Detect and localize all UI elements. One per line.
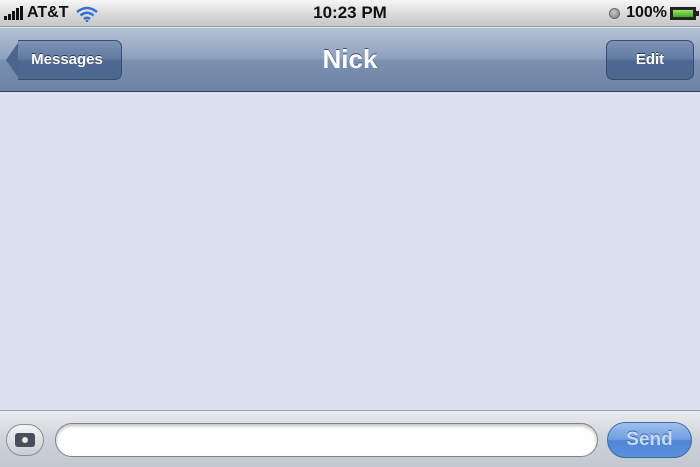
camera-lens	[20, 435, 30, 445]
message-input[interactable]	[55, 423, 598, 457]
conversation-area[interactable]	[0, 92, 700, 410]
messages-screen: AT&T 10:23 PM 100% Messages Nick Edit Se…	[0, 0, 700, 467]
compose-bar: Send	[0, 410, 700, 467]
battery-fill	[673, 9, 693, 17]
navigation-bar: Messages Nick Edit	[0, 27, 700, 92]
edit-button[interactable]: Edit	[606, 40, 694, 80]
lock-icon	[609, 7, 621, 19]
page-title: Nick	[322, 44, 378, 74]
status-right: 100%	[609, 3, 699, 23]
send-button[interactable]: Send	[607, 422, 692, 458]
status-bar: AT&T 10:23 PM 100%	[0, 0, 700, 27]
battery-icon	[670, 6, 699, 20]
status-time: 10:23 PM	[313, 3, 387, 22]
camera-button[interactable]	[6, 424, 44, 456]
battery-percent: 100%	[626, 4, 667, 21]
